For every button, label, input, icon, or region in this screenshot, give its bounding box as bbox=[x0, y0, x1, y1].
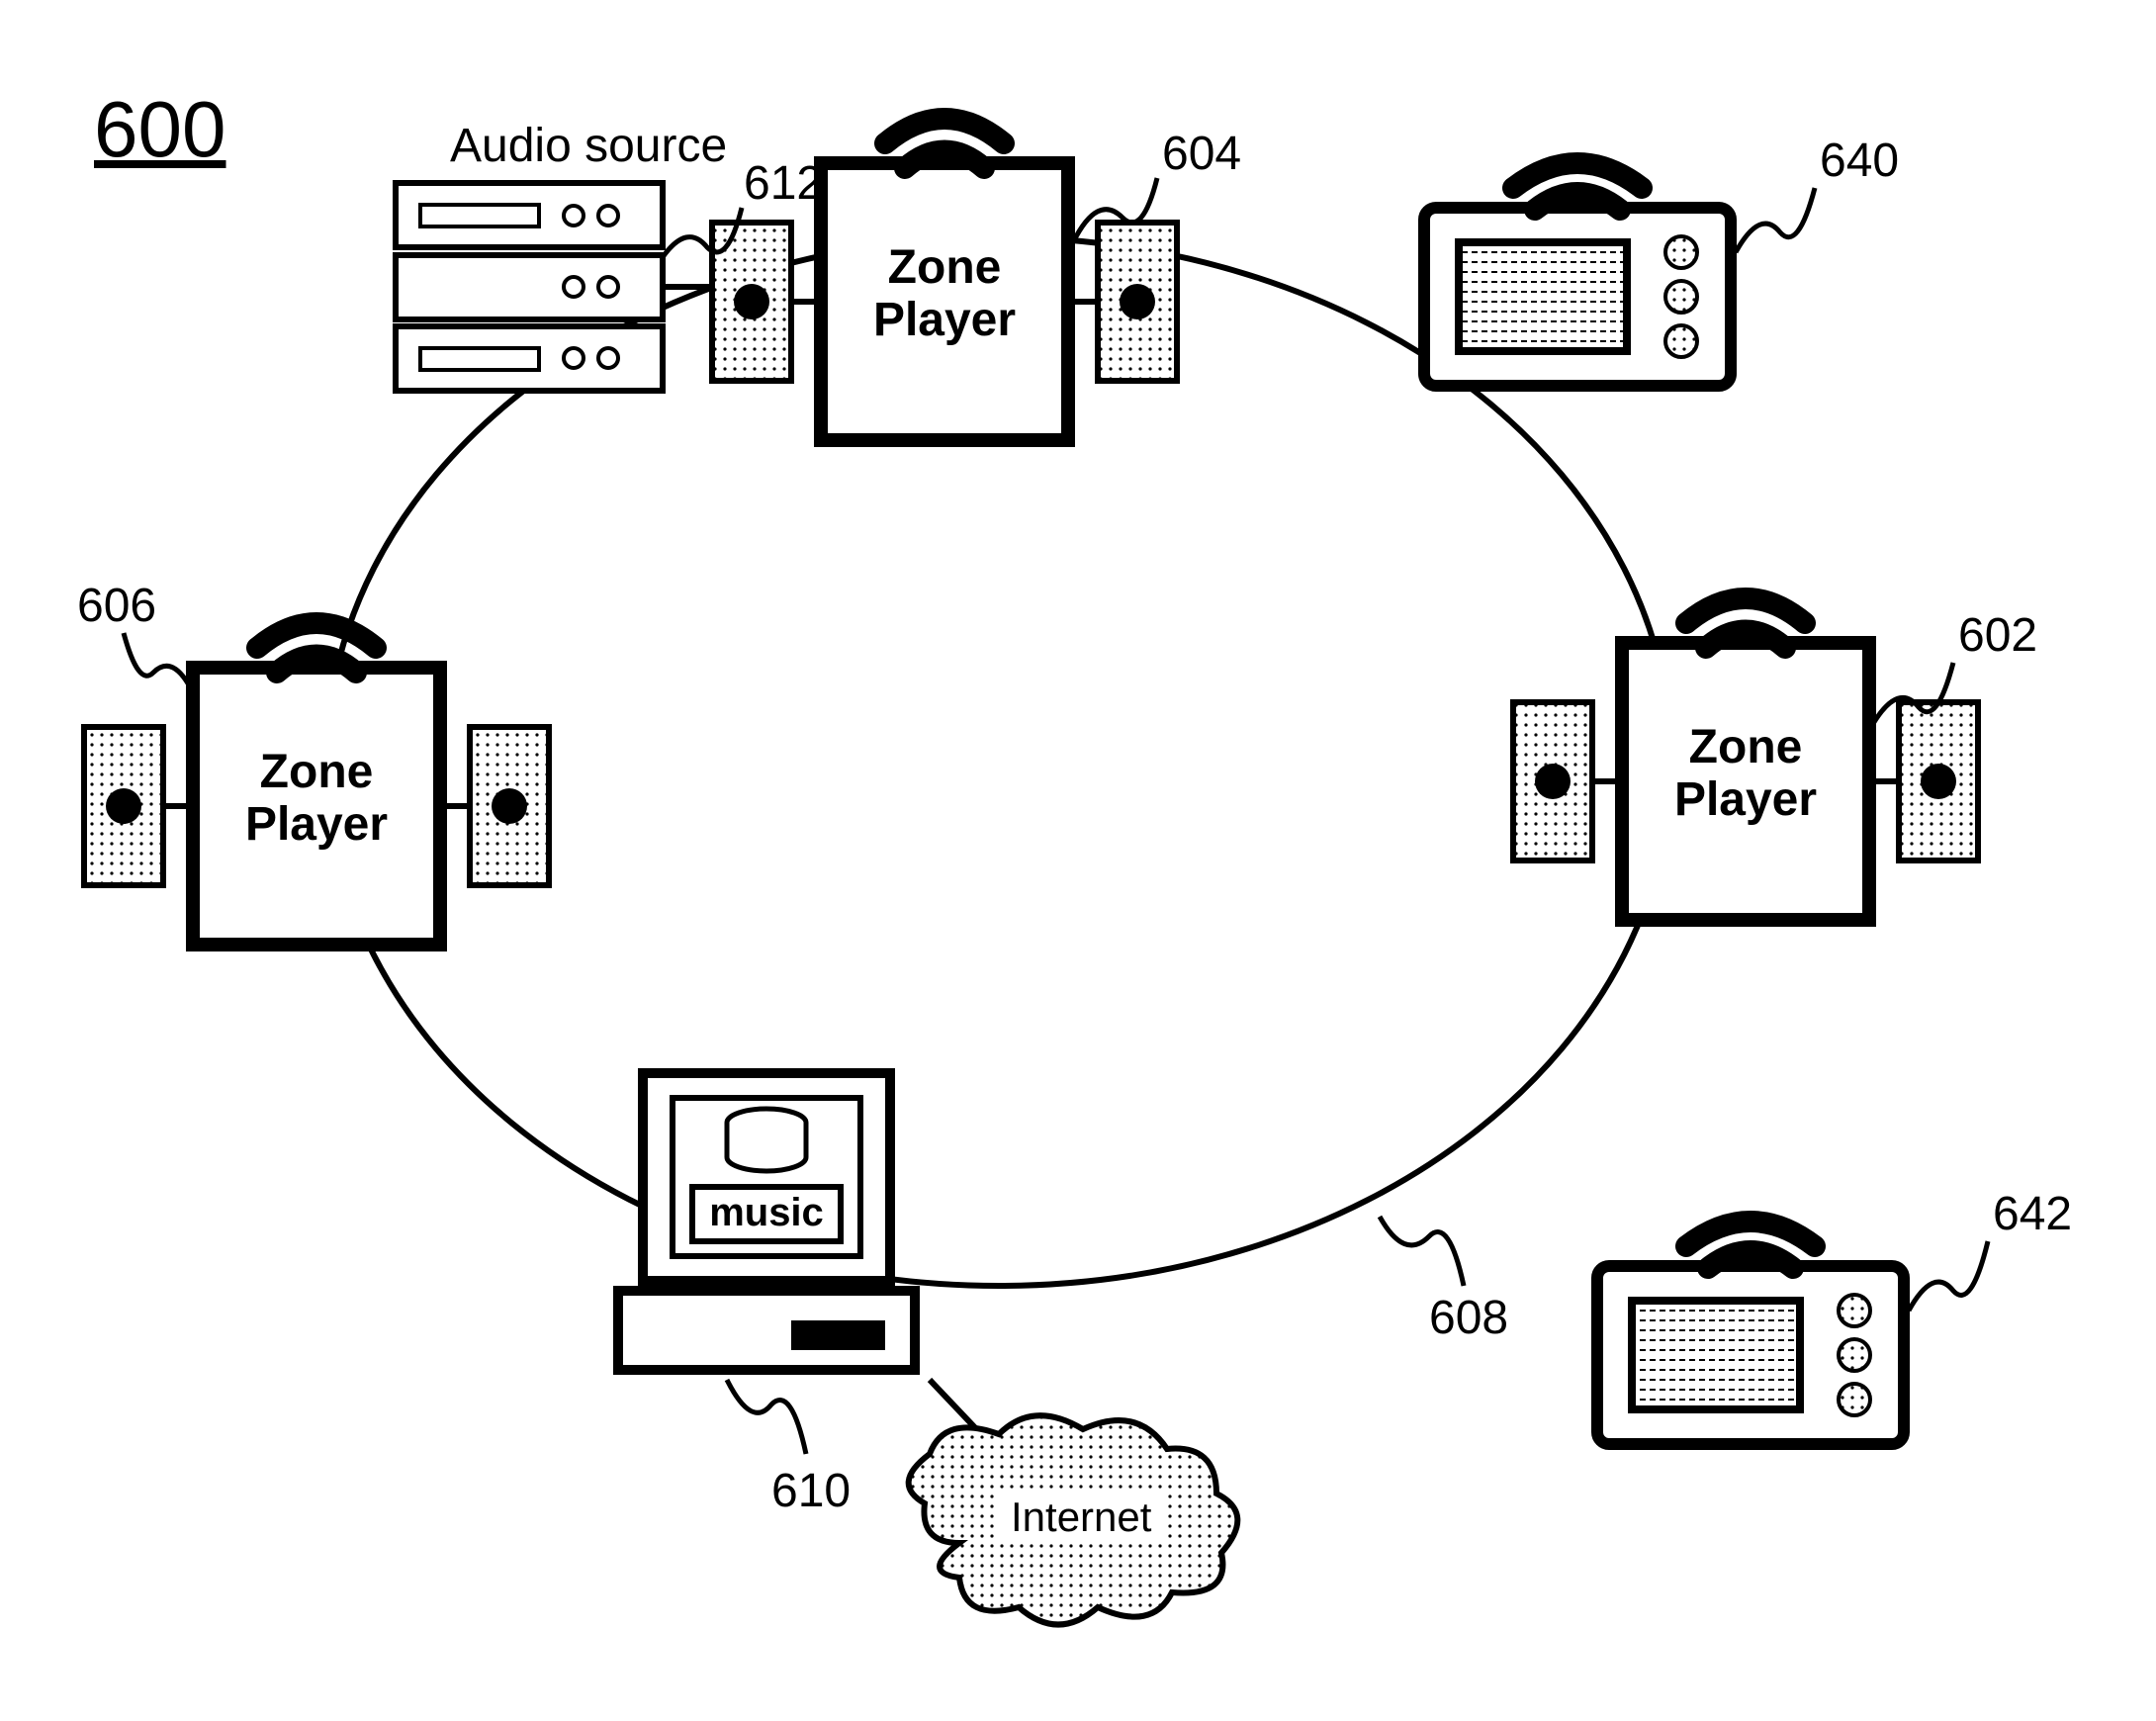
ref-606: 606 bbox=[77, 579, 156, 633]
ref-602: 602 bbox=[1958, 608, 2037, 663]
zone-player-602-label: Zone Player bbox=[1627, 722, 1864, 827]
zone-text: Zone bbox=[260, 746, 374, 798]
speaker-606-left bbox=[84, 727, 193, 885]
ref-640: 640 bbox=[1820, 134, 1899, 188]
ref-612: 612 bbox=[744, 156, 823, 211]
speaker-602-right bbox=[1869, 702, 1978, 860]
audio-source-label: Audio source bbox=[450, 119, 727, 173]
ref-642: 642 bbox=[1993, 1187, 2072, 1241]
player-text: Player bbox=[873, 294, 1016, 346]
leader-608 bbox=[1380, 1217, 1464, 1286]
zone-player-604-label: Zone Player bbox=[826, 242, 1063, 347]
controller-640 bbox=[1424, 163, 1731, 386]
speaker-604-right bbox=[1068, 223, 1177, 381]
ref-608: 608 bbox=[1429, 1291, 1508, 1345]
leader-610 bbox=[727, 1380, 806, 1454]
player-text: Player bbox=[1674, 773, 1817, 826]
controller-642 bbox=[1597, 1222, 1904, 1444]
music-label: music bbox=[692, 1191, 841, 1235]
leader-642 bbox=[1909, 1241, 1988, 1311]
internet-label: Internet bbox=[1011, 1494, 1151, 1541]
player-text: Player bbox=[245, 798, 388, 851]
speaker-606-right bbox=[440, 727, 549, 885]
zone-player-606-label: Zone Player bbox=[198, 747, 435, 852]
zone-text: Zone bbox=[1689, 721, 1803, 773]
audio-source-612 bbox=[396, 183, 712, 391]
leader-606 bbox=[124, 633, 193, 692]
zone-text: Zone bbox=[888, 241, 1002, 294]
leader-640 bbox=[1736, 188, 1815, 252]
ref-604: 604 bbox=[1162, 127, 1241, 181]
speaker-602-left bbox=[1513, 702, 1622, 860]
diagram-stage: 600 Audio source Zone Player Zone Player… bbox=[0, 0, 2156, 1721]
figure-number: 600 bbox=[94, 84, 225, 175]
ref-610: 610 bbox=[771, 1464, 851, 1518]
